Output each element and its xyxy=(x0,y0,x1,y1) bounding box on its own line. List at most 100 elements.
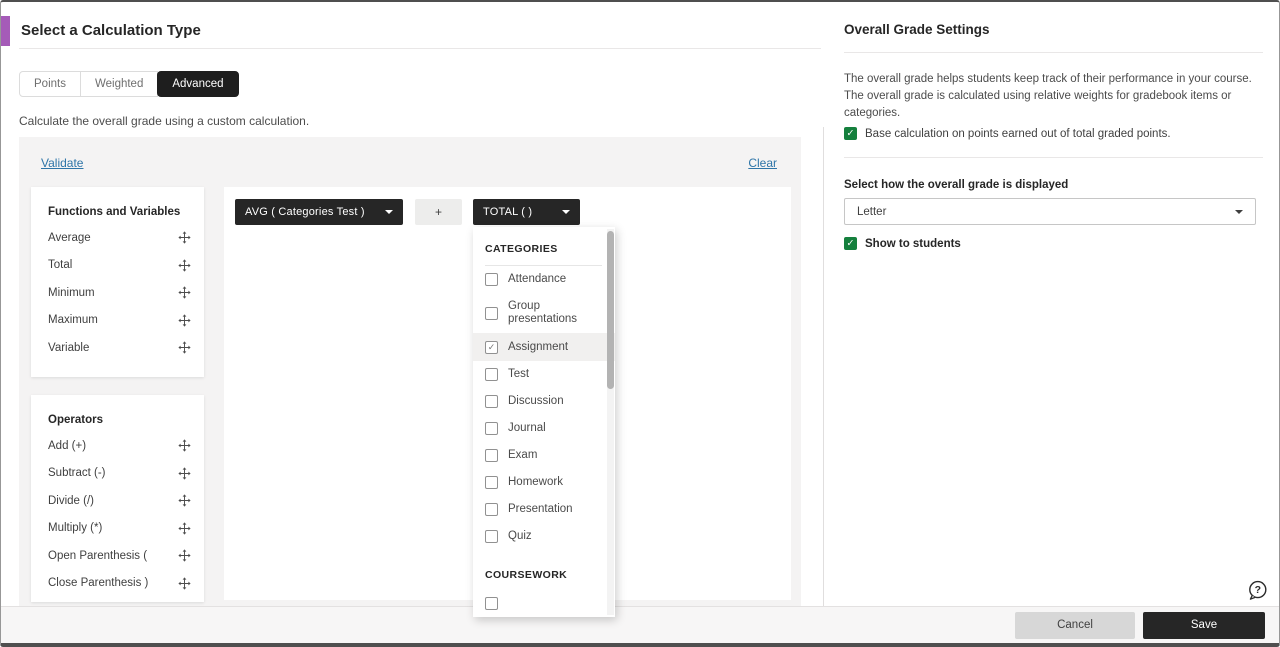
checkbox-unchecked-icon[interactable] xyxy=(485,530,498,543)
function-item-total[interactable]: Total xyxy=(31,252,204,280)
category-option-discussion[interactable]: Discussion xyxy=(473,388,615,415)
show-to-students-label: Show to students xyxy=(865,237,961,250)
category-option-assignment[interactable]: Assignment xyxy=(473,333,615,361)
operator-item-label: Subtract (-) xyxy=(48,467,106,480)
calculation-builder-panel: Validate Clear Functions and Variables A… xyxy=(19,137,801,617)
function-item-label: Minimum xyxy=(48,286,95,299)
overall-grade-description: The overall grade helps students keep tr… xyxy=(844,73,1252,119)
dropdown-section-coursework: COURSEWORK xyxy=(485,569,568,581)
move-icon[interactable] xyxy=(178,259,191,272)
operator-item-label: Add (+) xyxy=(48,439,87,452)
category-option-journal[interactable]: Journal xyxy=(473,415,615,442)
move-icon[interactable] xyxy=(178,577,191,590)
grade-display-selected-value: Letter xyxy=(857,205,887,218)
formula-avg-dropdown[interactable]: AVG ( Categories Test ) xyxy=(235,199,403,225)
operator-item-add[interactable]: Add (+) xyxy=(31,432,204,460)
checkbox-unchecked-icon[interactable] xyxy=(485,306,498,320)
checkbox-unchecked-icon[interactable] xyxy=(485,503,498,516)
clear-link[interactable]: Clear xyxy=(748,156,777,170)
operator-item-multiply[interactable]: Multiply (*) xyxy=(31,515,204,543)
grade-display-select[interactable]: Letter xyxy=(844,198,1256,225)
operator-item-divide[interactable]: Divide (/) xyxy=(31,487,204,515)
category-option-label: Test xyxy=(508,368,530,380)
move-icon[interactable] xyxy=(178,314,191,327)
formula-plus-operator[interactable]: + xyxy=(415,199,462,225)
move-icon[interactable] xyxy=(178,341,191,354)
save-button[interactable]: Save xyxy=(1143,611,1265,639)
category-option-exam[interactable]: Exam xyxy=(473,442,615,469)
tab-weighted[interactable]: Weighted xyxy=(79,71,159,97)
functions-variables-title: Functions and Variables xyxy=(48,206,181,218)
question-mark-icon: ? xyxy=(1255,584,1261,596)
move-icon[interactable] xyxy=(178,467,191,480)
tab-advanced[interactable]: Advanced xyxy=(157,71,239,97)
tab-points[interactable]: Points xyxy=(19,71,81,97)
dropdown-scrollbar-track[interactable] xyxy=(607,229,614,615)
checkbox-unchecked-icon[interactable] xyxy=(485,476,498,489)
help-button[interactable]: ? xyxy=(1247,580,1268,601)
move-icon[interactable] xyxy=(178,549,191,562)
checkbox-checked-icon[interactable] xyxy=(844,237,857,250)
category-option-homework[interactable]: Homework xyxy=(473,469,615,496)
move-icon[interactable] xyxy=(178,286,191,299)
show-to-students-checkbox-row[interactable]: Show to students xyxy=(844,237,961,250)
total-category-dropdown: CATEGORIES Attendance Group presentation… xyxy=(473,227,615,617)
overall-grade-settings-title: Overall Grade Settings xyxy=(844,22,990,37)
function-item-variable[interactable]: Variable xyxy=(31,334,204,362)
function-item-minimum[interactable]: Minimum xyxy=(31,279,204,307)
operator-item-label: Close Parenthesis ) xyxy=(48,577,149,590)
category-option-label: Journal xyxy=(508,422,546,434)
calculation-description: Calculate the overall grade using a cust… xyxy=(19,114,310,128)
category-option-label: Presentation xyxy=(508,503,573,515)
formula-total-dropdown[interactable]: TOTAL ( ) xyxy=(473,199,580,225)
operator-item-label: Open Parenthesis ( xyxy=(48,549,148,562)
right-header-divider xyxy=(844,52,1263,53)
formula-avg-label: AVG ( Categories Test ) xyxy=(245,206,365,218)
category-option-label: Exam xyxy=(508,449,538,461)
functions-variables-card: Functions and Variables Average Total Mi… xyxy=(31,187,204,377)
operators-card: Operators Add (+) Subtract (-) Divide (/… xyxy=(31,395,204,602)
operator-item-close-paren[interactable]: Close Parenthesis ) xyxy=(31,570,204,598)
operator-item-subtract[interactable]: Subtract (-) xyxy=(31,460,204,488)
cancel-button[interactable]: Cancel xyxy=(1015,611,1135,639)
panel-accent-flag xyxy=(1,16,10,46)
category-option-label: Quiz xyxy=(508,530,532,542)
function-item-average[interactable]: Average xyxy=(31,224,204,252)
base-points-checkbox-row[interactable]: Base calculation on points earned out of… xyxy=(844,127,1171,140)
calculation-type-dialog: Select a Calculation Type Points Weighte… xyxy=(0,0,1280,647)
checkbox-unchecked-icon[interactable] xyxy=(485,273,498,286)
left-header-divider xyxy=(19,48,821,49)
checkbox-unchecked-icon[interactable] xyxy=(485,368,498,381)
dropdown-scroll-area: CATEGORIES Attendance Group presentation… xyxy=(473,227,615,617)
validate-link[interactable]: Validate xyxy=(41,156,83,170)
function-item-label: Average xyxy=(48,231,91,244)
grade-display-label: Select how the overall grade is displaye… xyxy=(844,179,1069,191)
checkbox-unchecked-icon[interactable] xyxy=(485,422,498,435)
chevron-down-icon xyxy=(385,210,393,214)
base-points-checkbox-label: Base calculation on points earned out of… xyxy=(865,127,1171,140)
formula-total-label: TOTAL ( ) xyxy=(483,206,533,218)
panel-divider xyxy=(823,127,824,609)
move-icon[interactable] xyxy=(178,231,191,244)
category-option-attendance[interactable]: Attendance xyxy=(473,266,615,293)
checkbox-unchecked-icon[interactable] xyxy=(485,597,498,610)
function-item-maximum[interactable]: Maximum xyxy=(31,307,204,335)
move-icon[interactable] xyxy=(178,439,191,452)
checkbox-unchecked-icon[interactable] xyxy=(485,395,498,408)
checkbox-checked-icon[interactable] xyxy=(485,340,498,354)
category-option-label: Homework xyxy=(508,476,563,488)
checkbox-checked-icon[interactable] xyxy=(844,127,857,140)
dropdown-scrollbar-thumb[interactable] xyxy=(607,231,614,389)
category-option-test[interactable]: Test xyxy=(473,361,615,388)
move-icon[interactable] xyxy=(178,522,191,535)
move-icon[interactable] xyxy=(178,494,191,507)
function-item-label: Variable xyxy=(48,341,90,354)
category-option-presentation[interactable]: Presentation xyxy=(473,496,615,523)
category-option-quiz[interactable]: Quiz xyxy=(473,523,615,550)
dialog-footer: Cancel Save xyxy=(1,606,1279,643)
checkbox-unchecked-icon[interactable] xyxy=(485,449,498,462)
category-option-group-presentations[interactable]: Group presentations xyxy=(473,293,615,333)
category-option-label: Discussion xyxy=(508,395,564,407)
page-title: Select a Calculation Type xyxy=(21,22,201,39)
operator-item-open-paren[interactable]: Open Parenthesis ( xyxy=(31,542,204,570)
